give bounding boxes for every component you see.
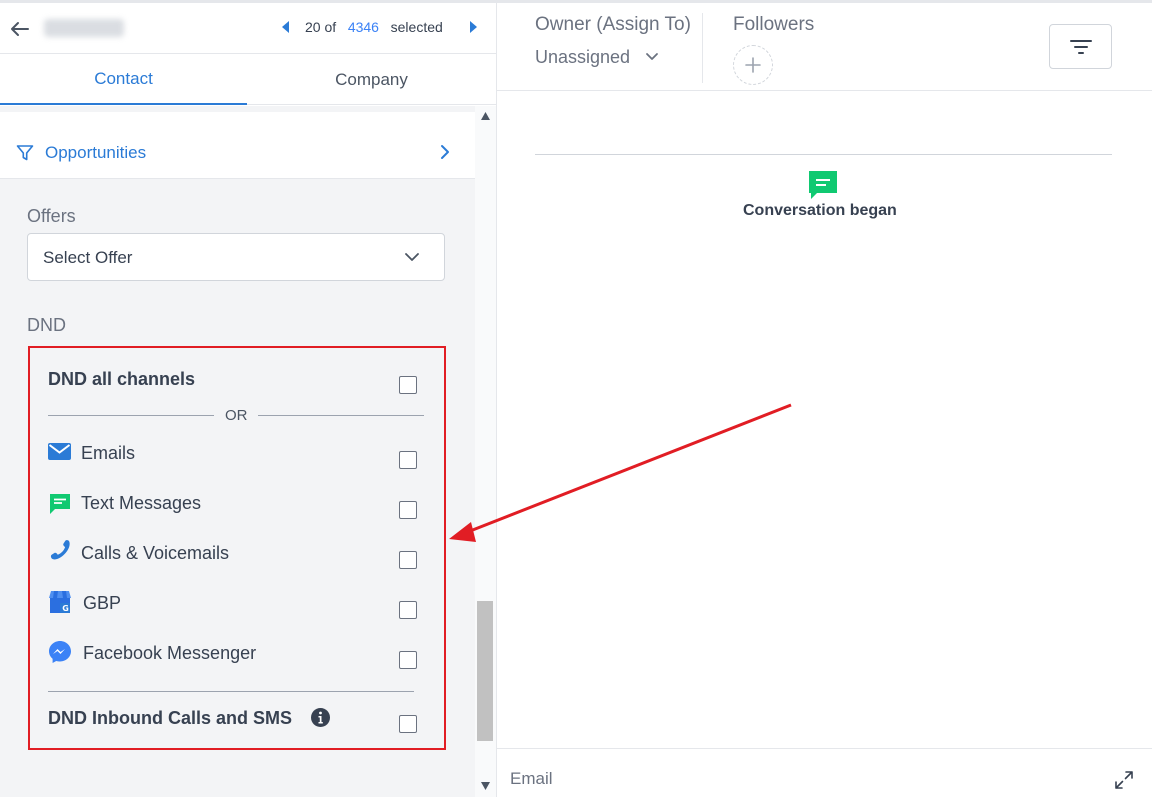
owner-select[interactable]: Unassigned xyxy=(535,47,630,68)
dnd-gbp-label: GBP xyxy=(83,593,122,613)
tab-contact[interactable]: Contact xyxy=(0,54,247,105)
contact-nav-header: 20 of 4346 selected xyxy=(0,3,496,54)
dnd-calls-label: Calls & Voicemails xyxy=(81,543,230,563)
tab-company-label: Company xyxy=(335,69,408,89)
chat-icon xyxy=(809,171,837,199)
dnd-all-channels-checkbox[interactable] xyxy=(399,376,417,394)
tab-contact-label: Contact xyxy=(94,68,153,88)
dnd-text-messages-label: Text Messages xyxy=(81,493,202,513)
left-scrollbar[interactable] xyxy=(475,106,496,797)
chevron-down-icon[interactable] xyxy=(645,51,659,63)
dnd-inbound-label: DND Inbound Calls and SMS xyxy=(48,708,293,728)
contact-pagination: 20 of 4346 selected xyxy=(305,19,443,35)
scrollbar-thumb[interactable] xyxy=(477,601,493,741)
offers-label: Offers xyxy=(27,206,76,226)
filter-icon xyxy=(16,145,34,161)
detail-tabs: Contact Company xyxy=(0,54,496,105)
contact-details-panel: 20 of 4346 selected Contact Company Oppo… xyxy=(0,3,497,797)
expand-icon[interactable] xyxy=(1114,770,1134,790)
header-bottom-border xyxy=(497,90,1152,91)
add-follower-button[interactable] xyxy=(733,45,773,85)
info-icon[interactable] xyxy=(311,708,330,727)
pagination-selected-label: selected xyxy=(390,19,443,35)
chevron-down-icon xyxy=(405,253,419,261)
scroll-down-icon[interactable] xyxy=(481,782,490,790)
conversation-began-label: Conversation began xyxy=(743,202,897,219)
tab-company[interactable]: Company xyxy=(247,54,496,105)
or-divider-left xyxy=(48,415,214,416)
chat-icon xyxy=(50,494,70,514)
conversation-panel: Owner (Assign To) Unassigned Followers C… xyxy=(497,3,1152,797)
inbound-divider xyxy=(48,691,414,692)
dnd-section-label: DND xyxy=(27,315,66,335)
or-divider-label: OR xyxy=(225,407,248,424)
dnd-inbound-checkbox[interactable] xyxy=(399,715,417,733)
composer-channel-label[interactable]: Email xyxy=(510,769,553,789)
composer-top-border xyxy=(497,748,1152,749)
dnd-gbp-checkbox[interactable] xyxy=(399,601,417,619)
filter-lines-icon xyxy=(1070,40,1092,54)
conversation-divider xyxy=(535,154,1112,155)
dnd-calls-checkbox[interactable] xyxy=(399,551,417,569)
or-divider-right xyxy=(258,415,424,416)
dnd-emails-label: Emails xyxy=(81,443,136,463)
chevron-right-icon xyxy=(441,145,449,159)
opportunities-label: Opportunities xyxy=(45,143,147,162)
filter-button[interactable] xyxy=(1049,24,1112,69)
dnd-facebook-messenger-checkbox[interactable] xyxy=(399,651,417,669)
messenger-icon xyxy=(49,641,71,663)
offer-select-value: Select Offer xyxy=(43,248,133,267)
pagination-position: 20 of xyxy=(305,19,337,35)
scroll-up-icon[interactable] xyxy=(481,112,490,120)
svg-text:G: G xyxy=(62,604,69,613)
contact-name-redacted xyxy=(44,19,124,37)
dnd-facebook-messenger-label: Facebook Messenger xyxy=(83,643,257,663)
owner-label: Owner (Assign To) xyxy=(535,14,691,35)
pagination-total[interactable]: 4346 xyxy=(348,19,379,35)
phone-icon xyxy=(50,540,70,560)
header-divider xyxy=(702,13,703,83)
plus-icon xyxy=(745,57,761,73)
email-icon xyxy=(48,443,71,460)
next-contact-icon[interactable] xyxy=(468,21,478,33)
followers-label: Followers xyxy=(733,14,815,35)
dnd-all-channels-label: DND all channels xyxy=(48,369,196,389)
dnd-options-highlight: DND all channels OR Emails Text Messages xyxy=(28,346,446,750)
gbp-store-icon: G xyxy=(49,591,71,613)
opportunities-section[interactable]: Opportunities xyxy=(0,112,475,179)
dnd-text-messages-checkbox[interactable] xyxy=(399,501,417,519)
back-arrow-icon[interactable] xyxy=(8,18,30,40)
dnd-emails-checkbox[interactable] xyxy=(399,451,417,469)
contact-form-scroll-area: Opportunities Offers Select Offer DND DN… xyxy=(0,106,475,797)
offer-select[interactable]: Select Offer xyxy=(27,233,445,281)
previous-contact-icon[interactable] xyxy=(281,21,291,33)
